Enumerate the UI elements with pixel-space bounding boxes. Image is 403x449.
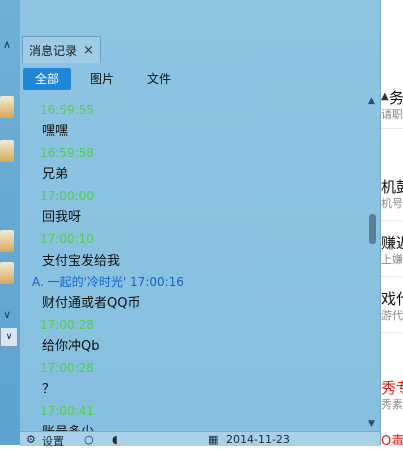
chevron-down-icon: ∨ xyxy=(5,332,13,342)
message-list[interactable]: 16:59:55 嘿嘿 16:59:58 兄弟 17:00:00 回我呀 17:… xyxy=(20,96,365,445)
message-text: 嘿嘿 xyxy=(42,124,69,139)
tab-label: 消息记录 xyxy=(29,43,78,58)
message-timestamp: 17:00:28 xyxy=(40,361,94,375)
message-timestamp: 17:00:28 xyxy=(40,318,94,332)
contact-strip: ∧ ∨ ∨ xyxy=(0,0,20,445)
page-item-sub: 秀素 xyxy=(381,398,403,411)
message-text: 支付宝发给我 xyxy=(42,254,121,269)
scroll-thumb[interactable] xyxy=(369,214,376,244)
message-text: 兄弟 xyxy=(42,167,69,182)
chevron-down-icon[interactable]: ∨ xyxy=(3,308,11,321)
tab-message-history[interactable]: 消息记录 × xyxy=(22,36,101,63)
filter-all[interactable]: 全部 xyxy=(23,68,71,90)
divider xyxy=(381,220,403,221)
page-item-sub: 请职 xyxy=(381,108,403,121)
page-item-sub: 游代 xyxy=(381,309,403,322)
page-item-title[interactable]: 机鼓 xyxy=(381,176,403,197)
contact-avatar-icon[interactable] xyxy=(0,96,14,118)
page-item-title[interactable]: 务处 xyxy=(389,87,403,108)
bottom-toolbar: ⚙ 设置 ○ ◖ ▦ 2014-11-23 xyxy=(20,431,380,449)
divider xyxy=(381,332,403,333)
message-text: 回我呀 xyxy=(42,210,82,225)
contact-avatar-icon[interactable] xyxy=(0,140,14,162)
message-timestamp: 16:59:55 xyxy=(40,103,94,117)
scroll-up-icon[interactable]: ▲ xyxy=(368,96,375,106)
message-text: 给你冲Qb xyxy=(42,339,100,354)
page-item-title[interactable]: Q毒 xyxy=(381,430,403,445)
date-picker[interactable]: 2014-11-23 xyxy=(226,433,290,446)
page-item-sub: 上嫌 xyxy=(381,253,403,266)
contact-avatar-icon[interactable] xyxy=(0,230,14,252)
page-item-title[interactable]: 秀专 xyxy=(381,377,403,398)
background-page: ▲ 务处 请职 机鼓 机号 赚返 上嫌 戏代 游代 秀专 秀素 Q毒 xyxy=(381,0,403,445)
message-history-panel: 消息记录 × 全部 图片 文件 16:59:55 嘿嘿 16:59:58 兄弟 … xyxy=(20,0,381,449)
close-icon[interactable]: × xyxy=(83,43,94,58)
page-item-title[interactable]: 赚返 xyxy=(381,232,403,253)
tab-bar: 消息记录 × xyxy=(20,34,380,63)
calendar-icon[interactable]: ▦ xyxy=(208,433,218,446)
filter-images[interactable]: 图片 xyxy=(78,68,126,90)
message-timestamp: 17:00:10 xyxy=(40,232,94,246)
message-sender: A. 一起的'冷时光' 17:00:16 xyxy=(32,275,184,289)
filter-files[interactable]: 文件 xyxy=(135,68,183,90)
speaker-icon[interactable]: ◖ xyxy=(112,433,118,446)
search-icon[interactable]: ○ xyxy=(84,433,94,446)
message-text: ？ xyxy=(42,382,56,397)
message-scrollbar[interactable]: ▲ ▼ xyxy=(366,96,380,431)
chevron-up-icon[interactable]: ∧ xyxy=(3,38,11,51)
dropdown-toggle[interactable]: ∨ xyxy=(0,327,18,347)
divider xyxy=(381,276,403,277)
page-item-sub: 机号 xyxy=(381,197,403,210)
caret-up-icon: ▲ xyxy=(381,91,389,102)
scroll-down-icon[interactable]: ▼ xyxy=(368,419,375,429)
divider xyxy=(381,128,403,129)
message-text: 财付通或者QQ币 xyxy=(42,296,141,311)
message-timestamp: 17:00:41 xyxy=(40,404,94,418)
contact-avatar-icon[interactable] xyxy=(0,262,14,284)
settings-button[interactable]: 设置 xyxy=(42,433,64,449)
message-timestamp: 17:00:00 xyxy=(40,189,94,203)
gear-icon[interactable]: ⚙ xyxy=(26,433,36,446)
message-timestamp: 16:59:58 xyxy=(40,146,94,160)
page-item-title[interactable]: 戏代 xyxy=(381,288,403,309)
